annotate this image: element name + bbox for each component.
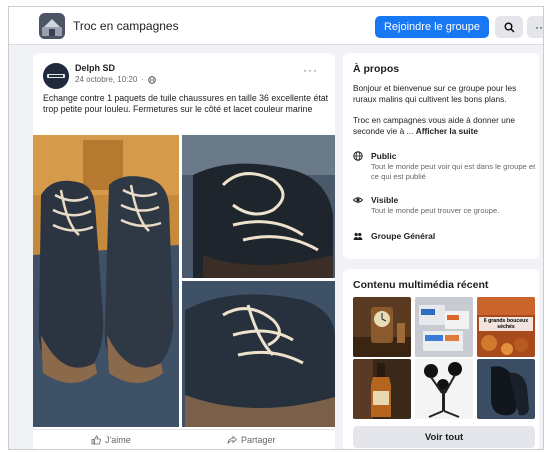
share-icon <box>227 435 237 444</box>
media-thumb-shoes[interactable] <box>477 359 535 419</box>
eye-icon <box>353 197 363 203</box>
search-icon <box>504 22 514 32</box>
media-title: Contenu multimédia récent <box>353 279 489 291</box>
media-thumb-dried-flowers[interactable]: 6 grands bouceux séchés <box>477 297 535 357</box>
share-label: Partager <box>241 435 276 445</box>
join-group-button[interactable]: Rejoindre le groupe <box>375 16 489 38</box>
recent-media-card: Contenu multimédia récent 6 grands bouce… <box>343 269 539 449</box>
see-more-link[interactable]: Afficher la suite <box>416 126 478 136</box>
more-options-button[interactable]: ··· <box>527 16 543 38</box>
meta-separator: · <box>141 75 144 84</box>
post-meta: 24 octobre, 10:20 · <box>75 75 156 84</box>
facebook-group-page: Troc en campagnes Rejoindre le groupe ··… <box>8 6 544 450</box>
group-title[interactable]: Troc en campagnes <box>73 19 179 33</box>
about-description: Bonjour et bienvenue sur ce groupe pour … <box>353 83 517 104</box>
see-all-button[interactable]: Voir tout <box>353 426 535 448</box>
photo-shoes-main <box>33 135 179 427</box>
post-photo-grid[interactable] <box>33 135 335 427</box>
media-thumb-caption: 6 grands bouceux séchés <box>479 317 533 331</box>
search-button[interactable] <box>495 16 523 38</box>
public-title: Public <box>371 151 397 161</box>
about-card: À propos Bonjour et bienvenue sur ce gro… <box>343 53 539 259</box>
group-post: Delph SD 24 octobre, 10:20 · ··· Echange… <box>33 53 335 449</box>
thumbs-up-icon <box>91 435 101 445</box>
media-thumb-drum-kit[interactable] <box>415 359 473 419</box>
share-button[interactable]: Partager <box>227 435 276 445</box>
group-people-icon <box>353 232 363 240</box>
post-options-icon[interactable]: ··· <box>303 63 318 77</box>
globe-icon <box>353 151 363 161</box>
public-description: Tout le monde peut voir qui est dans le … <box>371 162 536 181</box>
group-type-label: Groupe Général <box>371 231 436 241</box>
author-avatar[interactable] <box>43 63 69 89</box>
media-thumbnail-grid: 6 grands bouceux séchés <box>353 297 537 419</box>
about-title: À propos <box>353 63 400 75</box>
like-label: J'aime <box>105 435 131 445</box>
post-actions-bar: J'aime Partager <box>33 429 335 449</box>
media-thumb-bottle[interactable] <box>353 359 411 419</box>
post-author-name[interactable]: Delph SD <box>75 63 115 73</box>
post-body-text: Echange contre 1 paquets de tuile chauss… <box>43 93 329 114</box>
more-icon: ··· <box>535 20 543 34</box>
media-thumb-boxes[interactable] <box>415 297 473 357</box>
media-thumb-clock[interactable] <box>353 297 411 357</box>
post-timestamp[interactable]: 24 octobre, 10:20 <box>75 75 137 84</box>
photo-shoe-laces-bottom <box>182 281 335 427</box>
group-header-bar: Troc en campagnes Rejoindre le groupe ··… <box>9 7 543 45</box>
photo-shoe-laces-top <box>182 135 335 278</box>
about-description-continued: Troc en campagnes vous aide à donner une… <box>353 115 535 136</box>
globe-icon <box>148 75 156 84</box>
group-avatar[interactable] <box>39 13 65 39</box>
like-button[interactable]: J'aime <box>91 435 131 445</box>
visible-title: Visible <box>371 195 399 205</box>
visible-description: Tout le monde peut trouver ce groupe. <box>371 206 500 215</box>
